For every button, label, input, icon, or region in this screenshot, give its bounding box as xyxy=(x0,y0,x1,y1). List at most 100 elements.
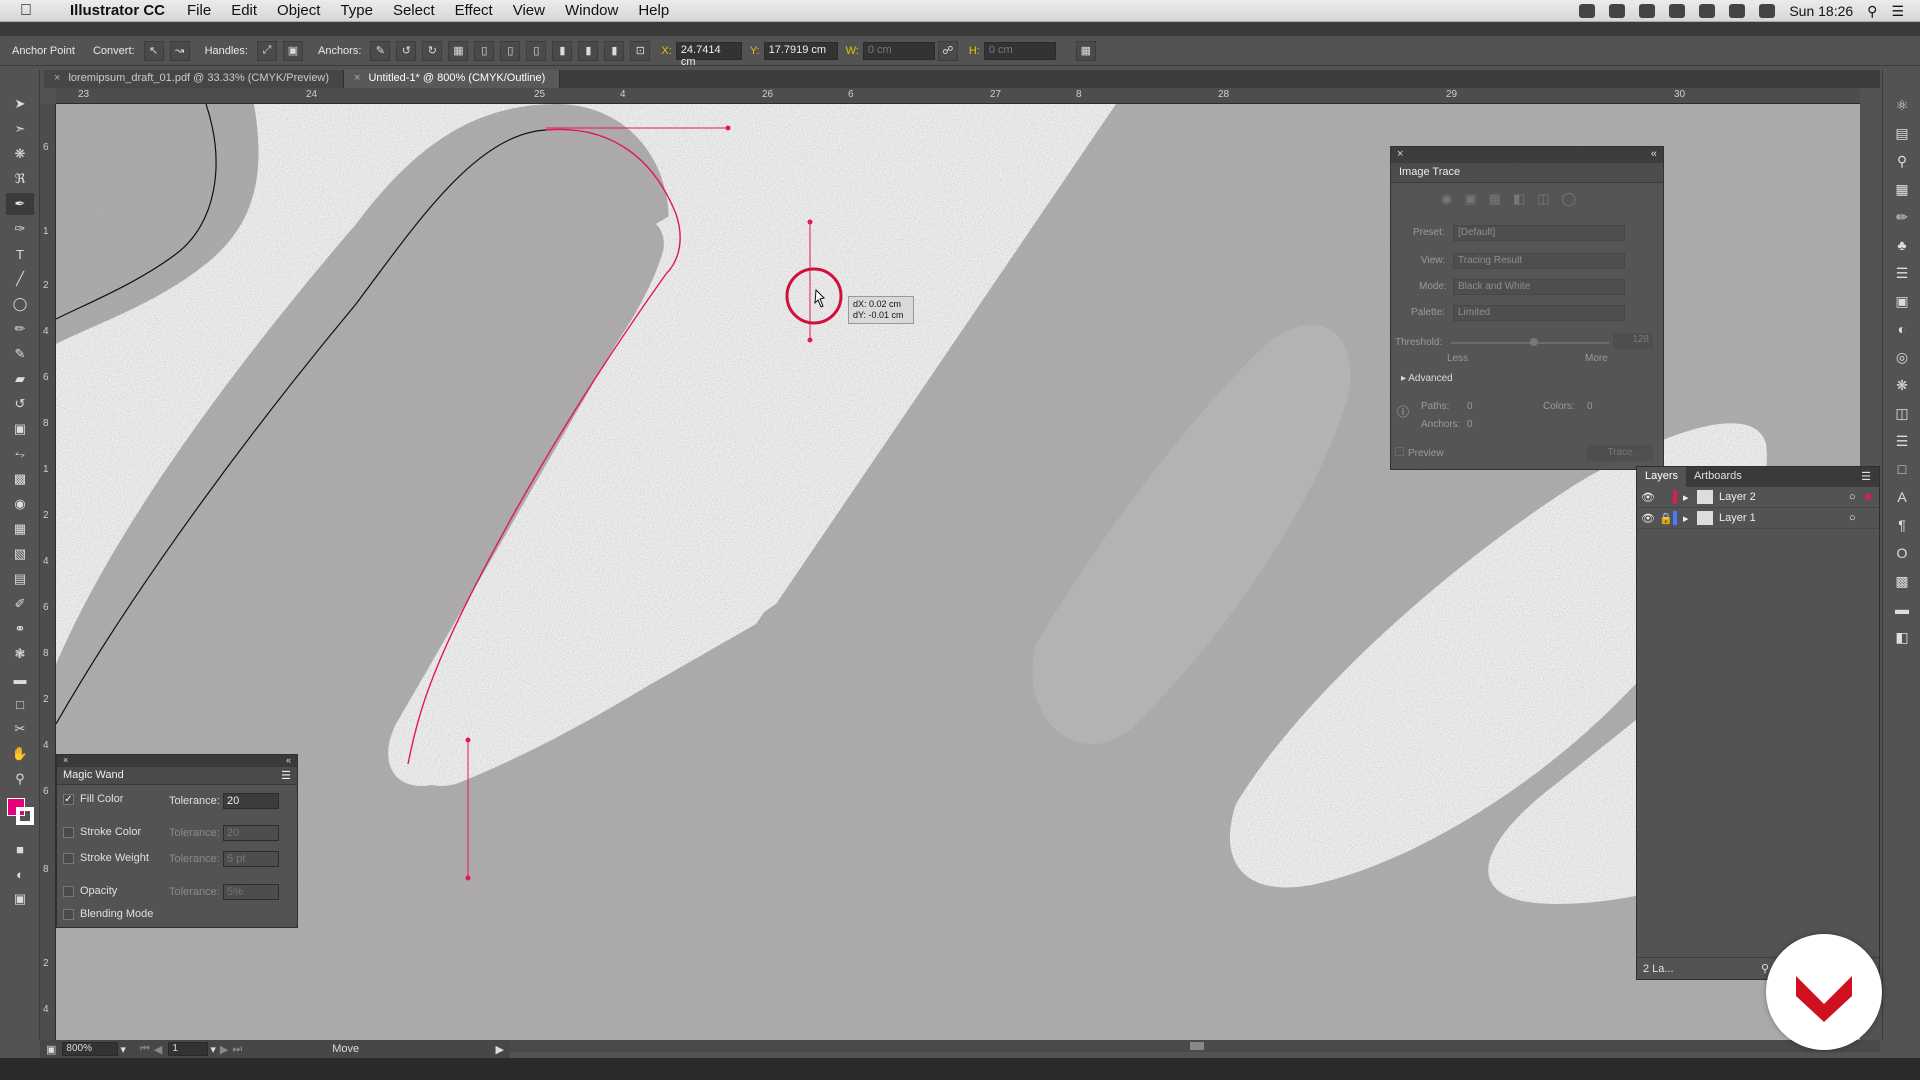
close-icon[interactable]: × xyxy=(354,72,360,84)
bluetooth-icon[interactable] xyxy=(1669,4,1686,18)
lock-icon[interactable]: 🔒 xyxy=(1659,512,1673,525)
apple-icon[interactable]:  xyxy=(20,2,44,20)
align-center-icon[interactable]: ▯ xyxy=(500,40,521,61)
close-icon[interactable]: × xyxy=(63,755,68,765)
align-bottom-icon[interactable]: ▮ xyxy=(604,40,625,61)
black-white-icon[interactable]: ◫ xyxy=(1537,191,1549,207)
x-field[interactable]: 24.7414 cm xyxy=(675,41,742,68)
slice-tool-icon[interactable]: ✂ xyxy=(6,718,34,740)
remove-anchor-icon[interactable]: ✎ xyxy=(370,40,391,61)
flag-icon[interactable] xyxy=(1729,4,1746,18)
trace-button[interactable]: Trace xyxy=(1587,445,1653,461)
expand-triangle-icon[interactable]: ▸ xyxy=(1683,491,1697,504)
transform-icon[interactable]: ▦ xyxy=(1075,40,1096,61)
app-name-menu[interactable]: Illustrator CC xyxy=(70,2,165,19)
tab-layers[interactable]: Layers xyxy=(1637,467,1687,487)
first-artboard-icon[interactable]: ⏮ xyxy=(140,1043,150,1056)
layer-row[interactable]: 👁 ▸ Layer 2 ○ ■ xyxy=(1637,487,1879,508)
lasso-tool-icon[interactable]: ℜ xyxy=(6,168,34,190)
reference-point-icon[interactable]: ⊡ xyxy=(630,40,651,61)
symbol-sprayer-tool-icon[interactable]: ❃ xyxy=(6,643,34,665)
wifi-icon[interactable] xyxy=(1699,4,1716,18)
align-top-icon[interactable]: ▮ xyxy=(552,40,573,61)
blend-tool-icon[interactable]: ⚭ xyxy=(6,618,34,640)
draw-mode-icon[interactable]: ◐ xyxy=(6,863,34,885)
swatches-icon[interactable]: ▦ xyxy=(1889,178,1915,200)
constrain-link-icon[interactable]: ☍ xyxy=(937,40,958,61)
width-tool-icon[interactable]: ⥊ xyxy=(6,443,34,465)
target-circle-icon[interactable]: ○ xyxy=(1849,512,1865,524)
view-dropdown[interactable]: Tracing Result xyxy=(1453,253,1625,269)
isolate-icon[interactable]: ▦ xyxy=(448,40,469,61)
threshold-thumb[interactable] xyxy=(1530,338,1538,346)
direct-selection-tool-icon[interactable]: ➣ xyxy=(6,118,34,140)
show-handles-icon[interactable]: ⤢ xyxy=(256,40,277,61)
hide-handles-icon[interactable]: ▣ xyxy=(282,40,303,61)
magic-wand-tool-icon[interactable]: ❋ xyxy=(6,143,34,165)
artboard-dropdown-icon[interactable]: ▾ xyxy=(210,1043,216,1056)
graphic-styles-icon[interactable]: ❋ xyxy=(1889,374,1915,396)
opacity-option[interactable]: Opacity xyxy=(63,885,117,897)
menu-file[interactable]: File xyxy=(187,2,211,19)
ellipse-tool-icon[interactable]: ◯ xyxy=(6,293,34,315)
collapse-icon[interactable]: « xyxy=(286,755,291,765)
stroke-color-option[interactable]: Stroke Color xyxy=(63,826,141,838)
panel-menu-icon[interactable]: ☰ xyxy=(1853,467,1879,487)
mode-dropdown[interactable]: Black and White xyxy=(1453,279,1625,295)
align-right-icon[interactable]: ▯ xyxy=(526,40,547,61)
clock[interactable]: Sun 18:26 xyxy=(1789,3,1853,19)
perspective-grid-tool-icon[interactable]: ▦ xyxy=(6,518,34,540)
menu-type[interactable]: Type xyxy=(340,2,373,19)
mesh-tool-icon[interactable]: ▧ xyxy=(6,543,34,565)
pencil-tool-icon[interactable]: ✎ xyxy=(6,343,34,365)
stroke-weight-option[interactable]: Stroke Weight xyxy=(63,852,149,864)
tab-untitled[interactable]: × Untitled-1* @ 800% (CMYK/Outline) xyxy=(344,70,561,88)
outline-icon[interactable]: ◯ xyxy=(1562,191,1577,207)
rotate-tool-icon[interactable]: ↺ xyxy=(6,393,34,415)
layer-name[interactable]: Layer 2 xyxy=(1719,491,1849,503)
zoom-dropdown-icon[interactable]: ▾ xyxy=(120,1043,126,1056)
tolerance-field[interactable]: 20 xyxy=(223,793,279,809)
convert-smooth-icon[interactable]: ↝ xyxy=(169,40,190,61)
stroke-icon[interactable]: ☰ xyxy=(1889,262,1915,284)
selection-tool-icon[interactable]: ➤ xyxy=(6,93,34,115)
vertical-ruler[interactable]: 6 1 2 4 6 8 1 2 4 6 8 2 4 6 8 2 4 xyxy=(40,104,56,1040)
status-menu-arrow-icon[interactable]: ▶ xyxy=(496,1043,504,1056)
artboards-icon[interactable]: □ xyxy=(1889,458,1915,480)
pen-tool-icon[interactable]: ✒ xyxy=(6,193,34,215)
next-artboard-icon[interactable]: ▶ xyxy=(220,1043,228,1056)
artboard-field[interactable]: 1 xyxy=(168,1042,209,1056)
menu-effect[interactable]: Effect xyxy=(455,2,493,19)
collapse-icon[interactable]: « xyxy=(1651,148,1657,160)
h-field[interactable]: 0 cm xyxy=(983,41,1056,60)
checkbox[interactable] xyxy=(63,885,74,897)
checkbox[interactable] xyxy=(63,908,74,920)
eyedropper-tool-icon[interactable]: ✐ xyxy=(6,593,34,615)
gradient-icon[interactable]: ▣ xyxy=(1889,290,1915,312)
tab-loremipsum[interactable]: × loremipsum_draft_01.pdf @ 33.33% (CMYK/… xyxy=(44,70,345,88)
low-color-icon[interactable]: ▦ xyxy=(1489,191,1501,207)
record-icon[interactable] xyxy=(1609,4,1626,18)
checkbox[interactable] xyxy=(63,826,74,838)
appearance-icon[interactable]: ◎ xyxy=(1889,346,1915,368)
column-graph-tool-icon[interactable]: ▬ xyxy=(6,668,34,690)
opentype-icon[interactable]: O xyxy=(1889,542,1915,564)
cc-libraries-icon[interactable]: ⚛ xyxy=(1889,94,1915,116)
hand-tool-icon[interactable]: ✋ xyxy=(6,743,34,765)
creative-cloud-icon[interactable] xyxy=(1639,4,1656,18)
asset-export-icon[interactable]: ◫ xyxy=(1889,402,1915,424)
y-field[interactable]: 17.7919 cm xyxy=(763,41,838,60)
auto-color-icon[interactable]: ◉ xyxy=(1441,191,1452,207)
character-icon[interactable]: A xyxy=(1889,486,1915,508)
screen-mode-icon[interactable]: ▣ xyxy=(6,888,34,910)
stroke-swatch[interactable] xyxy=(16,807,34,825)
checkbox-checked[interactable]: ✓ xyxy=(63,793,74,805)
horizontal-scrollbar[interactable] xyxy=(510,1040,1880,1052)
expand-triangle-icon[interactable]: ▸ xyxy=(1683,512,1697,525)
layer-row[interactable]: 👁 🔒 ▸ Layer 1 ○ xyxy=(1637,508,1879,529)
properties-icon[interactable]: ▤ xyxy=(1889,122,1915,144)
tab-artboards[interactable]: Artboards xyxy=(1686,467,1750,487)
type-tool-icon[interactable]: T xyxy=(6,243,34,265)
notification-icon[interactable]: ☰ xyxy=(1891,3,1904,20)
fill-color-option[interactable]: ✓ Fill Color xyxy=(63,793,123,805)
